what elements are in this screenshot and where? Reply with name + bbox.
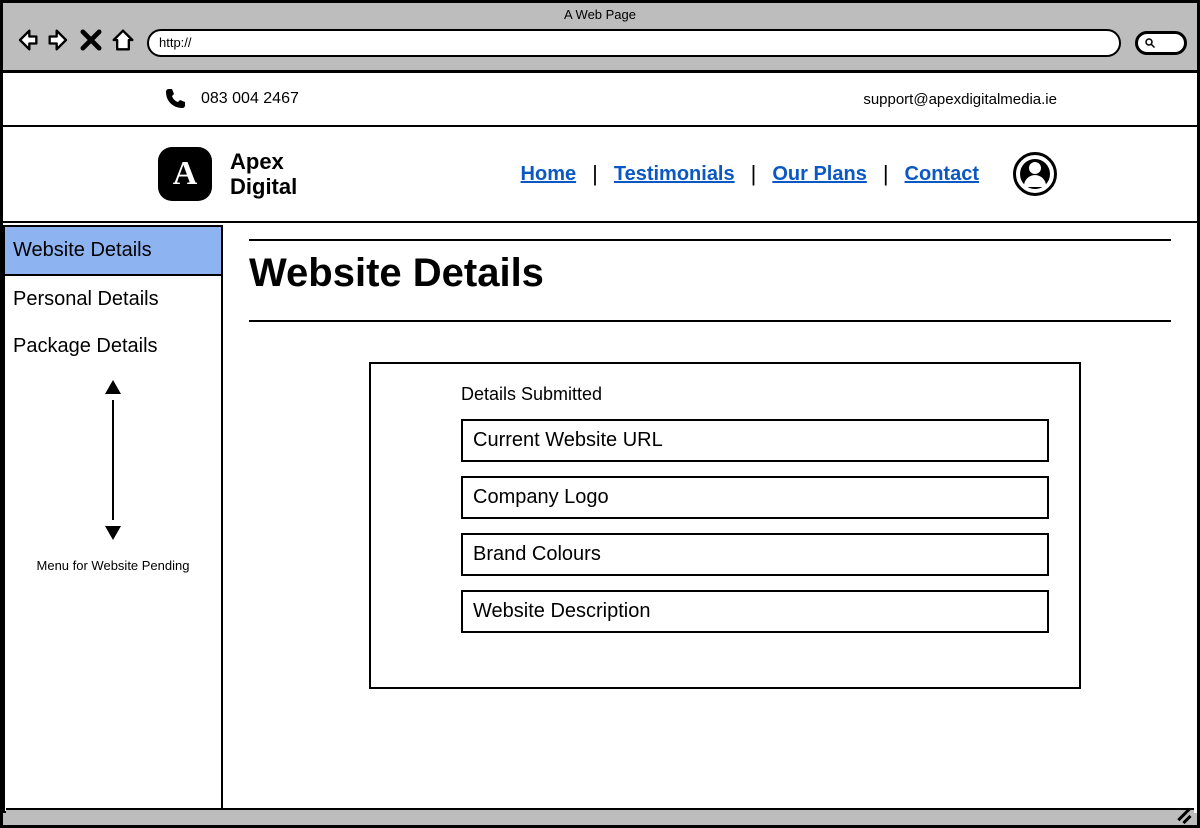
nav-separator: |: [751, 161, 757, 187]
status-bar: [6, 808, 1194, 822]
sidebar-item-personal-details[interactable]: Personal Details: [5, 276, 221, 323]
nav-testimonials[interactable]: Testimonials: [614, 163, 735, 186]
details-submitted-panel: Details Submitted Current Website URL Co…: [369, 362, 1081, 689]
field-current-website-url[interactable]: Current Website URL: [461, 419, 1049, 462]
nav-separator: |: [883, 161, 889, 187]
stop-icon[interactable]: [77, 26, 105, 59]
field-label: Brand Colours: [473, 543, 601, 565]
top-contact-bar: 083 004 2467 support@apexdigitalmedia.ie: [3, 73, 1197, 127]
field-label: Company Logo: [473, 486, 609, 508]
browser-controls: [3, 22, 1197, 65]
field-website-description[interactable]: Website Description: [461, 590, 1049, 633]
browser-chrome: A Web Page: [3, 3, 1197, 73]
logo-text: Apex Digital: [230, 149, 297, 200]
home-icon[interactable]: [109, 26, 137, 59]
search-icon: [1144, 37, 1156, 49]
page-content: 083 004 2467 support@apexdigitalmedia.ie…: [3, 73, 1197, 813]
search-button[interactable]: [1135, 31, 1187, 55]
sidebar-item-website-details[interactable]: Website Details: [5, 227, 221, 276]
nav-separator: |: [592, 161, 598, 187]
sidebar-item-label: Personal Details: [13, 288, 159, 310]
support-email[interactable]: support@apexdigitalmedia.ie: [863, 91, 1057, 108]
main-panel: Website Details Details Submitted Curren…: [223, 223, 1197, 813]
sidebar-item-package-details[interactable]: Package Details: [5, 323, 221, 370]
sidebar-item-label: Package Details: [13, 335, 158, 357]
field-label: Website Description: [473, 600, 650, 622]
nav-home[interactable]: Home: [521, 163, 577, 186]
account-avatar[interactable]: [1013, 152, 1057, 196]
logo-line-1: Apex: [230, 149, 297, 174]
browser-window: A Web Page 083 004 2467: [0, 0, 1200, 828]
resize-grip-icon[interactable]: [1174, 804, 1190, 820]
sidebar-scroll-indicator: Menu for Website Pending: [5, 380, 221, 573]
horizontal-rule: [249, 320, 1171, 322]
main-nav: Home | Testimonials | Our Plans | Contac…: [521, 152, 1057, 196]
field-company-logo[interactable]: Company Logo: [461, 476, 1049, 519]
logo-mark: A: [158, 147, 212, 201]
field-label: Current Website URL: [473, 429, 663, 451]
arrow-down-icon: [105, 526, 121, 540]
logo[interactable]: A Apex Digital: [158, 147, 297, 201]
field-brand-colours[interactable]: Brand Colours: [461, 533, 1049, 576]
sidebar: Website Details Personal Details Package…: [3, 225, 223, 813]
back-icon[interactable]: [13, 26, 41, 59]
main-body: Website Details Personal Details Package…: [3, 223, 1197, 813]
phone-icon: [163, 87, 187, 111]
nav-our-plans[interactable]: Our Plans: [772, 163, 866, 186]
site-header: A Apex Digital Home | Testimonials | Our…: [3, 127, 1197, 223]
logo-line-2: Digital: [230, 174, 297, 199]
phone-contact: 083 004 2467: [163, 87, 299, 111]
nav-contact[interactable]: Contact: [905, 163, 979, 186]
person-icon: [1020, 159, 1050, 189]
sidebar-item-label: Website Details: [13, 239, 152, 261]
panel-label: Details Submitted: [461, 384, 1049, 405]
sidebar-note: Menu for Website Pending: [37, 558, 190, 573]
page-title: Website Details: [249, 241, 1171, 304]
forward-icon[interactable]: [45, 26, 73, 59]
url-input[interactable]: [147, 29, 1121, 57]
phone-number: 083 004 2467: [201, 90, 299, 108]
arrow-line: [112, 400, 114, 520]
arrow-up-icon: [105, 380, 121, 394]
browser-title: A Web Page: [3, 3, 1197, 22]
